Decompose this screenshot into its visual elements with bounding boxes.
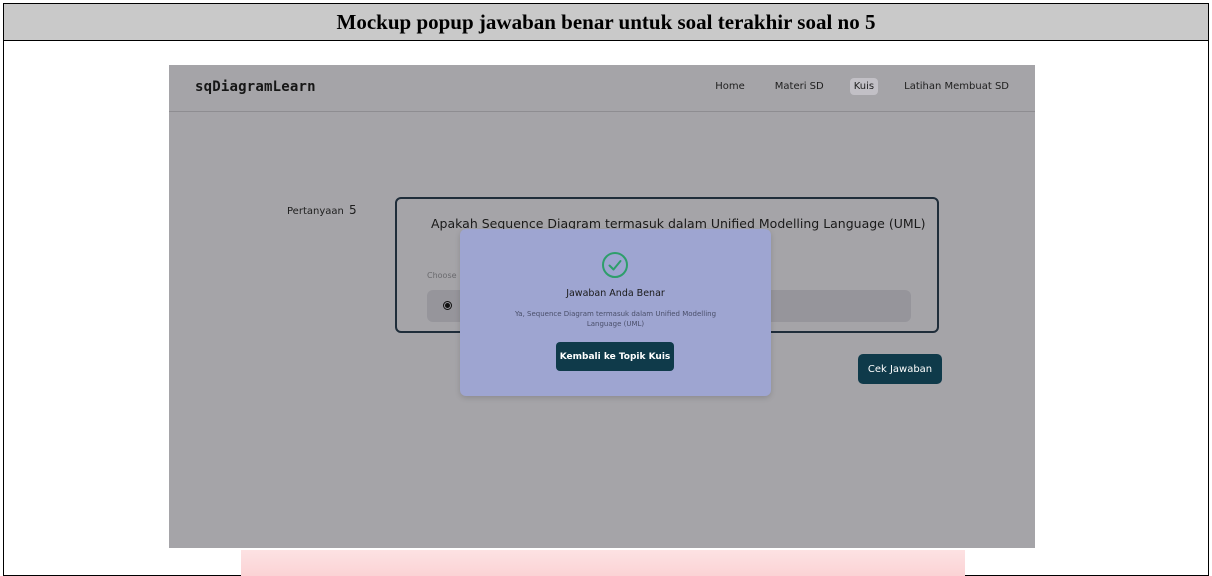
- caption-row: Mockup popup jawaban benar untuk soal te…: [4, 4, 1208, 41]
- navbar: sqDiagramLearn Home Materi SD Kuis Latih…: [169, 65, 1035, 112]
- brand-logo[interactable]: sqDiagramLearn: [195, 79, 316, 95]
- popup-message: Ya, Sequence Diagram termasuk dalam Unif…: [514, 310, 717, 328]
- radio-selected-icon[interactable]: [443, 301, 452, 310]
- app-screenshot: sqDiagramLearn Home Materi SD Kuis Latih…: [169, 65, 1035, 548]
- nav-kuis[interactable]: Kuis: [849, 78, 879, 95]
- nav-latihan-membuat-sd[interactable]: Latihan Membuat SD: [900, 78, 1013, 95]
- nav-materi-sd[interactable]: Materi SD: [771, 78, 828, 95]
- nav-links: Home Materi SD Kuis Latihan Membuat SD: [711, 78, 1013, 95]
- decorative-stripe: [241, 550, 965, 576]
- question-number: 5: [349, 203, 357, 217]
- choose-hint: Choose: [427, 271, 457, 280]
- popup-title: Jawaban Anda Benar: [566, 288, 665, 299]
- check-answer-button[interactable]: Cek Jawaban: [858, 354, 942, 384]
- correct-answer-popup: Jawaban Anda Benar Ya, Sequence Diagram …: [460, 229, 771, 396]
- question-label-text: Pertanyaan: [287, 206, 344, 217]
- question-label: Pertanyaan 5: [287, 203, 357, 217]
- back-to-quiz-topics-button[interactable]: Kembali ke Topik Kuis: [556, 342, 674, 371]
- nav-home[interactable]: Home: [711, 78, 749, 95]
- caption-title: Mockup popup jawaban benar untuk soal te…: [336, 9, 876, 34]
- check-circle-icon: [602, 252, 628, 278]
